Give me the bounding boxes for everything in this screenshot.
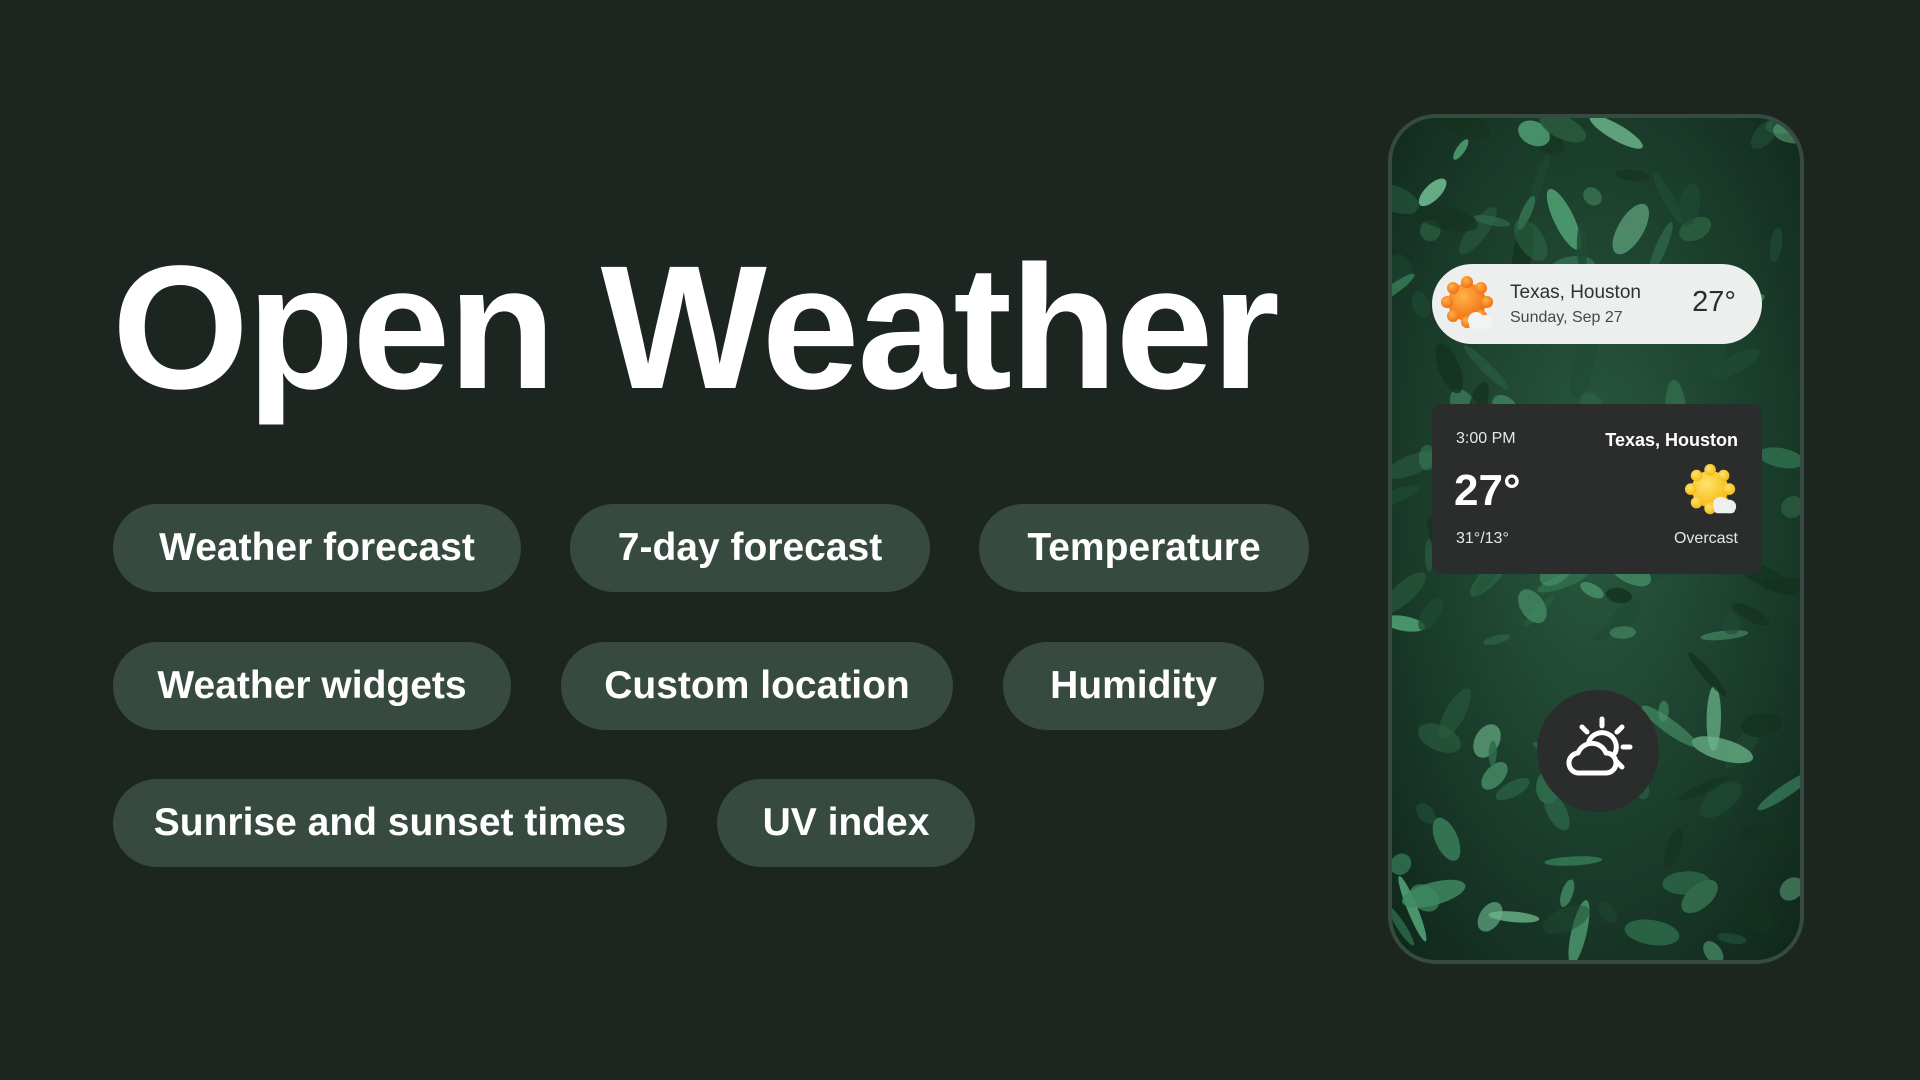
phone-mockup: Texas, Houston Sunday, Sep 27 27° 3:00 P… bbox=[1388, 114, 1804, 964]
feature-chip-7-day-forecast: 7-day forecast bbox=[570, 504, 930, 592]
pill-temperature: 27° bbox=[1692, 286, 1736, 318]
pill-date: Sunday, Sep 27 bbox=[1510, 309, 1623, 326]
card-temperature: 27° bbox=[1454, 466, 1521, 515]
card-time: 3:00 PM bbox=[1456, 430, 1516, 447]
sun-cloud-icon bbox=[1684, 464, 1737, 515]
feature-chip-weather-widgets: Weather widgets bbox=[113, 642, 511, 730]
card-temperature-range: 31°/13° bbox=[1456, 530, 1509, 547]
card-condition: Overcast bbox=[1673, 530, 1738, 547]
feature-chip-uv-index: UV index bbox=[717, 779, 975, 867]
feature-chip-weather-forecast: Weather forecast bbox=[113, 504, 521, 592]
feature-chip-humidity: Humidity bbox=[1003, 642, 1264, 730]
sun-cloud-icon bbox=[1441, 276, 1493, 329]
card-location: Texas, Houston bbox=[1605, 430, 1738, 450]
partly-cloudy-icon bbox=[1566, 716, 1633, 776]
feature-chip-sunrise-sunset: Sunrise and sunset times bbox=[113, 779, 667, 867]
app-title: Open Weather bbox=[112, 230, 1280, 426]
feature-chip-custom-location: Custom location bbox=[561, 642, 953, 730]
feature-chip-temperature: Temperature bbox=[979, 504, 1309, 592]
pill-location: Texas, Houston bbox=[1510, 282, 1641, 303]
pill-weather-widget[interactable]: Texas, Houston Sunday, Sep 27 27° bbox=[1432, 264, 1762, 344]
app-launcher-icon[interactable] bbox=[1537, 690, 1659, 812]
card-weather-widget[interactable]: 3:00 PM Texas, Houston 27° 31°/13° Overc… bbox=[1432, 404, 1762, 574]
